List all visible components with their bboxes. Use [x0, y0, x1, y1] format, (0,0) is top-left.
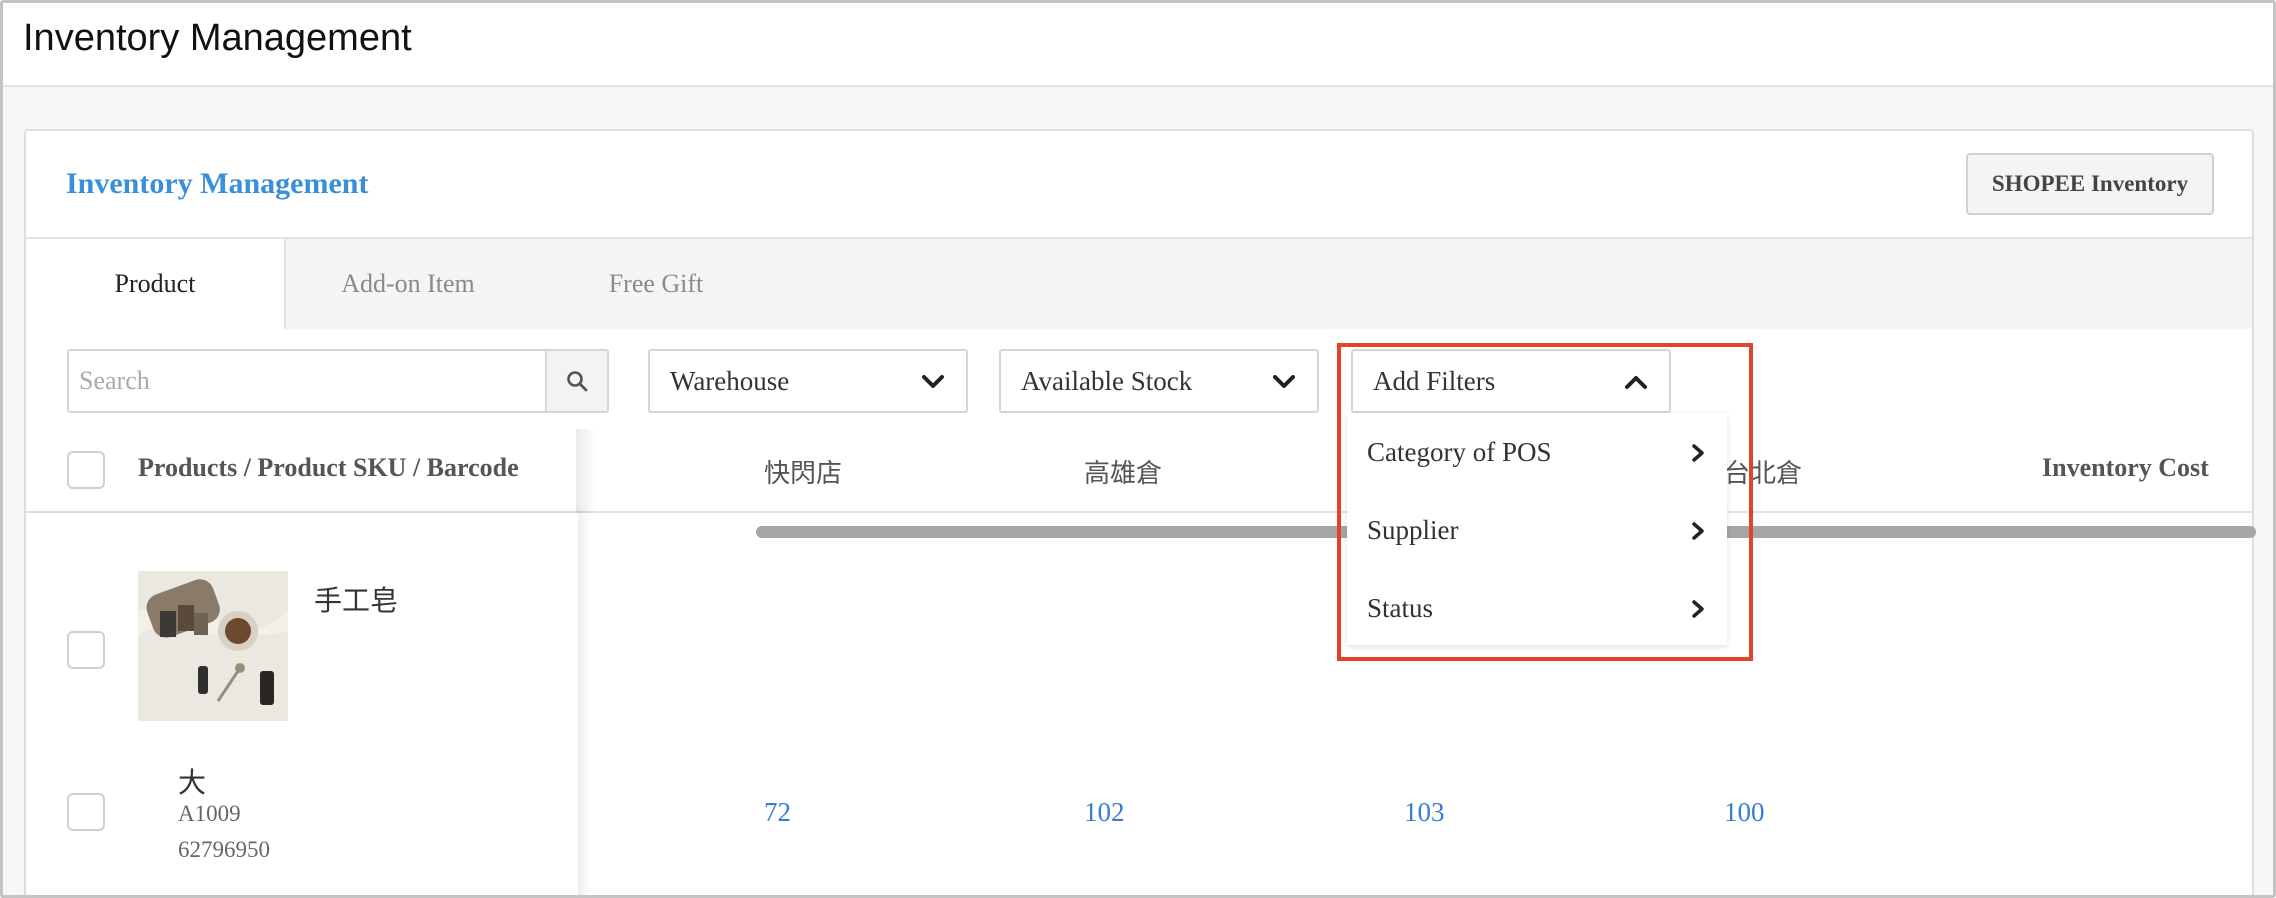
filter-option-label: Supplier: [1367, 514, 1459, 545]
inventory-card: Inventory Management SHOPEE Inventory Pr…: [24, 129, 2256, 895]
variant-name: 大: [178, 768, 207, 799]
app-title: Inventory Management: [23, 17, 412, 59]
filter-option-supplier[interactable]: Supplier: [1347, 491, 1727, 569]
filter-option-label: Category of POS: [1367, 436, 1552, 467]
product-name: 手工皂: [314, 586, 399, 617]
card-header: Inventory Management SHOPEE Inventory: [26, 131, 2252, 239]
filter-option-category-of-pos[interactable]: Category of POS: [1347, 413, 1727, 491]
tab-bar: Product Add-on Item Free Gift: [26, 239, 2252, 329]
tab-add-on-item[interactable]: Add-on Item: [318, 239, 498, 329]
table-header: Products / Product SKU / Barcode 快閃店 高雄倉…: [26, 429, 2252, 513]
select-all-checkbox[interactable]: [67, 451, 105, 489]
search-icon: [567, 371, 588, 392]
chevron-right-icon: [1692, 600, 1704, 618]
available-stock-select-label: Available Stock: [1021, 365, 1193, 396]
column-header-products: Products / Product SKU / Barcode: [138, 453, 519, 482]
warehouse-select[interactable]: Warehouse: [648, 349, 968, 413]
stock-quantity-warehouse-4[interactable]: 100: [1724, 797, 1765, 828]
tab-product[interactable]: Product: [26, 239, 286, 329]
chevron-right-icon: [1692, 444, 1704, 462]
chevron-down-icon: [922, 375, 944, 388]
product-row-checkbox[interactable]: [67, 631, 105, 669]
toolbar: Warehouse Available Stock Add Filters: [26, 329, 2252, 429]
shopee-inventory-button[interactable]: SHOPEE Inventory: [1966, 153, 2214, 215]
column-header-warehouse-1: 快閃店: [764, 459, 843, 488]
top-bar: Inventory Management: [3, 3, 2273, 87]
filter-option-status[interactable]: Status: [1347, 569, 1727, 647]
product-column: [26, 513, 578, 895]
stock-quantity-warehouse-3[interactable]: 103: [1404, 797, 1445, 828]
add-filters-dropdown: Category of POS Supplier Status: [1347, 413, 1727, 645]
add-filters-select[interactable]: Add Filters: [1351, 349, 1671, 413]
column-header-warehouse-3: 台北倉: [1724, 459, 1803, 488]
search-box: [67, 349, 609, 413]
app-window: Inventory Management Inventory Managemen…: [0, 0, 2276, 898]
tab-free-gift[interactable]: Free Gift: [586, 239, 726, 329]
sticky-column-shadow: [576, 429, 596, 513]
available-stock-select[interactable]: Available Stock: [999, 349, 1319, 413]
warehouse-select-label: Warehouse: [670, 365, 790, 396]
chevron-down-icon: [1273, 375, 1295, 388]
search-button[interactable]: [545, 351, 607, 411]
add-filters-select-label: Add Filters: [1373, 365, 1496, 396]
product-thumbnail: [138, 571, 288, 721]
stock-quantity-warehouse-1[interactable]: 72: [764, 797, 791, 828]
variant-barcode: 62796950: [178, 837, 270, 862]
chevron-up-icon: [1625, 376, 1647, 389]
variant-sku: A1009: [178, 801, 241, 826]
stock-quantity-warehouse-2[interactable]: 102: [1084, 797, 1125, 828]
variant-row-checkbox[interactable]: [67, 793, 105, 831]
filter-option-label: Status: [1367, 592, 1434, 623]
search-input[interactable]: [69, 351, 545, 411]
card-title: Inventory Management: [66, 167, 369, 200]
column-header-warehouse-2: 高雄倉: [1084, 459, 1163, 488]
chevron-right-icon: [1692, 522, 1704, 540]
column-header-inventory-cost: Inventory Cost: [2042, 453, 2209, 482]
